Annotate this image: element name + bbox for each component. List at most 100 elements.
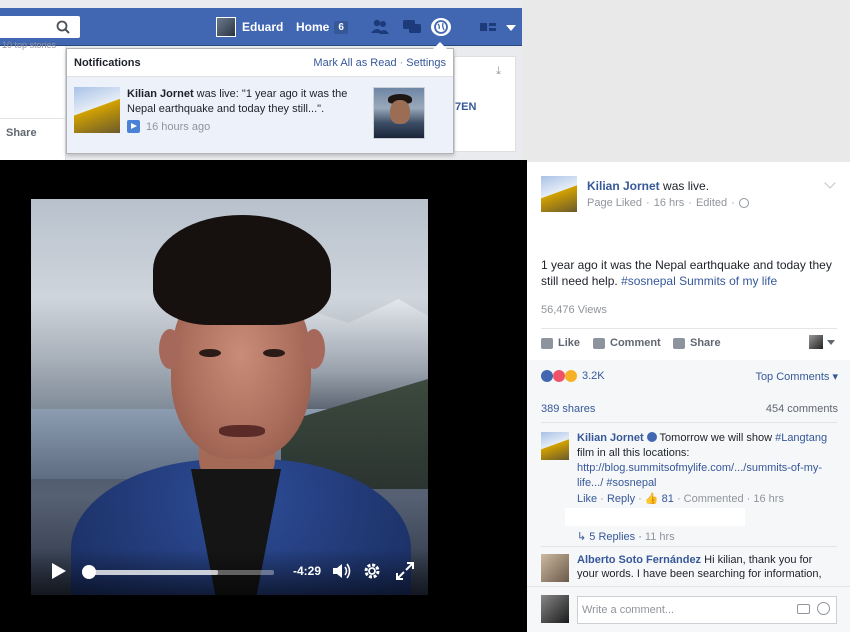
partial-text: 10 top stories — [2, 40, 57, 50]
divider — [541, 546, 837, 547]
top-comments-dropdown[interactable]: Top Comments ▾ — [755, 370, 838, 383]
globe-icon — [738, 198, 749, 208]
notifications-title: Notifications — [74, 57, 141, 69]
friend-requests-icon[interactable] — [370, 18, 390, 36]
progress-buffered — [88, 570, 219, 575]
like-reaction-icon — [541, 370, 553, 382]
comment-commented-label: Commented — [683, 493, 744, 505]
messages-icon[interactable] — [402, 18, 422, 36]
blue-navbar: Eduard Home 6 — [0, 8, 522, 46]
comment-hashtag[interactable]: #Langtang — [775, 432, 827, 444]
like-label: Like — [558, 337, 581, 349]
download-icon[interactable]: ⤓ — [496, 65, 501, 78]
post-status: was live. — [659, 179, 710, 193]
comment-label: Comment — [610, 337, 661, 349]
account-menu-caret-icon[interactable] — [506, 25, 516, 31]
partial-text: 7EN — [455, 101, 477, 113]
comment: Kilian Jornet Tomorrow we will show #Lan… — [577, 431, 829, 491]
gear-icon[interactable] — [362, 561, 382, 581]
post-header: Kilian Jornet was live. — [587, 179, 709, 193]
comment: Alberto Soto Fernández Hi kilian, thank … — [577, 553, 829, 579]
notification-item[interactable]: Kilian Jornet was live: "1 year ago it w… — [67, 77, 453, 153]
post-author[interactable]: Kilian Jornet — [587, 179, 660, 193]
comments-count[interactable]: 454 comments — [766, 403, 838, 415]
comment-like-link[interactable]: Like — [577, 493, 597, 505]
mark-all-read-link[interactable]: Mark All as Read — [313, 57, 396, 69]
caret-down-icon[interactable] — [827, 340, 835, 345]
facebook-top-region: Eduard Home 6 10 top stories Share ⤓ 7EN… — [0, 0, 522, 160]
home-label: Home — [296, 20, 330, 34]
notifications-links: Mark All as Read · Settings — [313, 57, 446, 69]
search-icon[interactable] — [56, 20, 70, 34]
comment-text-2: film in all this locations: — [577, 447, 690, 459]
dropdown-arrow — [433, 42, 447, 49]
avatar — [541, 595, 569, 623]
volume-icon[interactable] — [331, 561, 353, 581]
avatar[interactable] — [541, 176, 577, 212]
post-time[interactable]: 16 hrs — [654, 197, 685, 209]
comment-likes-count[interactable]: 👍 81 — [645, 493, 674, 505]
page-liked-label[interactable]: Page Liked — [587, 197, 642, 209]
post-feedback: 3.2K Top Comments ▾ 389 shares 454 comme… — [527, 360, 850, 632]
comment-actions: Like · Reply · 👍 81 · Commented · 16 hrs — [577, 493, 784, 505]
notification-time: 16 hours ago — [146, 120, 211, 133]
play-icon[interactable] — [52, 563, 66, 579]
screenshot-root: Eduard Home 6 10 top stories Share ⤓ 7EN… — [0, 0, 850, 632]
notification-actor: Kilian Jornet — [127, 88, 194, 100]
video-theater: -4:29 — [0, 160, 527, 632]
like-button[interactable]: Like — [541, 337, 580, 349]
notifications-globe-icon[interactable] — [431, 18, 451, 36]
comment-composer: Write a comment... — [527, 586, 850, 632]
fullscreen-icon[interactable] — [395, 561, 415, 581]
avatar[interactable] — [541, 554, 569, 582]
thumbnail-face — [390, 100, 410, 124]
post-hashtag[interactable]: #sosnepal Summits of my life — [621, 274, 777, 288]
separator-dot: · — [646, 197, 650, 209]
comment-author[interactable]: Alberto Soto Fernández — [577, 554, 701, 566]
chevron-down-icon[interactable] — [824, 177, 836, 189]
settings-link[interactable]: Settings — [406, 57, 446, 69]
comment-text: Tomorrow we will show — [656, 432, 776, 444]
comment-time[interactable]: 16 hrs — [753, 493, 784, 505]
share-arrow-icon — [673, 337, 685, 349]
shares-count[interactable]: 389 shares — [541, 403, 595, 415]
notifications-dropdown: Notifications Mark All as Read · Settings … — [66, 42, 454, 154]
view-count: 56,476 Views — [541, 304, 607, 316]
privacy-shortcuts-icon[interactable] — [480, 21, 496, 33]
scrubber-handle[interactable] — [82, 565, 96, 579]
share-link[interactable]: Share — [6, 127, 37, 139]
love-reaction-icon — [553, 370, 565, 382]
home-link[interactable]: Home 6 — [296, 17, 348, 37]
video-thumbnail — [373, 87, 425, 139]
emoji-icon[interactable] — [817, 602, 830, 615]
edited-label[interactable]: Edited — [696, 197, 727, 209]
reactions-summary[interactable]: 3.2K — [541, 370, 605, 382]
comment-icon — [593, 337, 605, 349]
notification-text: Kilian Jornet was live: "1 year ago it w… — [127, 87, 357, 117]
live-video-icon — [127, 120, 140, 133]
camera-icon[interactable] — [797, 604, 810, 614]
comment-button[interactable]: Comment — [593, 337, 661, 349]
share-button[interactable]: Share — [673, 337, 721, 349]
divider — [541, 422, 837, 423]
avatar — [216, 17, 236, 37]
notification-time-row: 16 hours ago — [127, 120, 210, 133]
avatar[interactable] — [541, 432, 569, 460]
profile-link[interactable]: Eduard — [216, 17, 283, 37]
progress-bar[interactable] — [88, 570, 274, 575]
search-input[interactable] — [0, 16, 80, 38]
verified-badge-icon — [646, 432, 657, 442]
video-player[interactable]: -4:29 — [31, 199, 428, 595]
comment-placeholder-box — [565, 508, 745, 526]
post-sidebar: Kilian Jornet was live. Page Liked · 16 h… — [527, 162, 850, 632]
separator-dot: · — [731, 197, 735, 209]
avatar[interactable] — [809, 335, 823, 349]
separator-dot: · — [399, 57, 404, 69]
share-label: Share — [690, 337, 721, 349]
comment-author[interactable]: Kilian Jornet — [577, 432, 644, 444]
comment-reply-link[interactable]: Reply — [607, 493, 635, 505]
comment-hashtag-2[interactable]: #sosnepal — [603, 477, 656, 489]
view-replies-link[interactable]: ↳ 5 Replies · 11 hrs — [577, 530, 675, 543]
reactions-count: 3.2K — [582, 370, 605, 382]
user-name: Eduard — [242, 20, 284, 34]
